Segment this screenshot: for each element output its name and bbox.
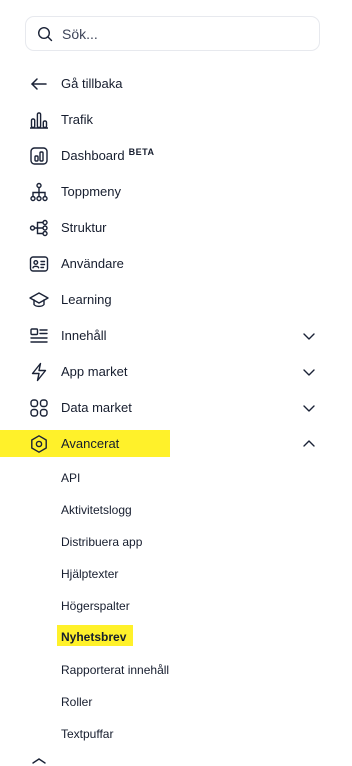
chevron-down-icon[interactable] <box>302 330 316 342</box>
grid-icon <box>30 399 48 417</box>
sidebar-item-dashboard[interactable]: Dashboard BETA <box>0 138 352 174</box>
sidebar-item-label: Dashboard <box>61 148 125 163</box>
sidebar-item-label: Data market <box>61 400 132 415</box>
submenu-item-roller[interactable]: Roller <box>61 694 92 710</box>
chevron-down-icon[interactable] <box>302 366 316 378</box>
search-box[interactable] <box>25 16 320 51</box>
chevron-up-icon[interactable] <box>302 438 316 450</box>
sitemap-icon <box>30 182 48 202</box>
sidebar-item-toppmeny[interactable]: Toppmeny <box>0 174 352 210</box>
sidebar-item-label: Learning <box>61 292 112 307</box>
lightning-icon <box>31 362 47 382</box>
back-link[interactable]: Gå tillbaka <box>0 66 352 102</box>
graduation-cap-icon <box>29 292 49 308</box>
bar-chart-icon <box>30 112 48 129</box>
submenu-item-aktivitetslogg[interactable]: Aktivitetslogg <box>61 502 132 518</box>
sidebar-item-app-market[interactable]: App market <box>0 354 352 390</box>
sidebar-item-label: Användare <box>61 256 124 271</box>
sidebar-item-trafik[interactable]: Trafik <box>0 102 352 138</box>
content-icon <box>30 328 48 343</box>
submenu-item-rapporterat-innehall[interactable]: Rapporterat innehåll <box>61 662 169 678</box>
sidebar-item-label: Innehåll <box>61 328 107 343</box>
submenu-item-textpuffar[interactable]: Textpuffar <box>61 726 113 742</box>
submenu-item-hjalptexter[interactable]: Hjälptexter <box>61 566 118 582</box>
submenu-item-nyhetsbrev[interactable]: Nyhetsbrev <box>61 629 126 645</box>
submenu-item-distribuera-app[interactable]: Distribuera app <box>61 534 142 550</box>
sidebar-item-label: Avancerat <box>61 436 120 451</box>
sidebar-item-learning[interactable]: Learning <box>0 282 352 318</box>
sidebar-item-innehall[interactable]: Innehåll <box>0 318 352 354</box>
arrow-left-icon <box>31 78 47 90</box>
dashboard-icon <box>30 147 48 165</box>
submenu-item-api[interactable]: API <box>61 470 80 486</box>
structure-icon <box>29 219 48 237</box>
chevron-down-icon[interactable] <box>302 402 316 414</box>
submenu-item-hogerspalter[interactable]: Högerspalter <box>61 598 130 614</box>
sidebar-item-label: Struktur <box>61 220 107 235</box>
sidebar-item-avancerat[interactable]: Avancerat <box>0 426 352 462</box>
sidebar-item-anvandare[interactable]: Användare <box>0 246 352 282</box>
back-label: Gå tillbaka <box>61 76 123 91</box>
sidebar-item-data-market[interactable]: Data market <box>0 390 352 426</box>
sidebar-item-label: Toppmeny <box>61 184 121 199</box>
sidebar-item-struktur[interactable]: Struktur <box>0 210 352 246</box>
hexagon-settings-icon <box>31 435 47 453</box>
next-item-icon-partial <box>29 757 49 766</box>
id-card-icon <box>29 256 49 272</box>
beta-badge: BETA <box>128 147 155 157</box>
search-input[interactable] <box>62 24 302 44</box>
sidebar-item-label: App market <box>61 364 128 379</box>
sidebar-item-label: Trafik <box>61 112 94 127</box>
dashboard-label-wrap: Dashboard BETA <box>61 147 155 165</box>
search-icon <box>37 26 53 42</box>
